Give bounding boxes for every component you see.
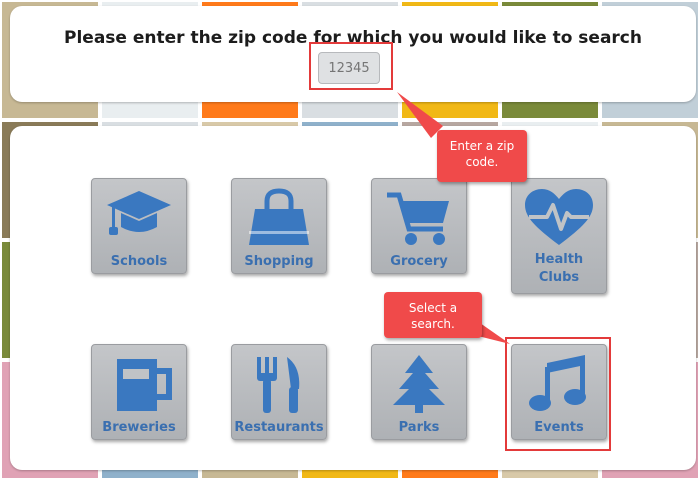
heartbeat-icon: [523, 187, 595, 249]
category-tile-breweries[interactable]: Breweries: [91, 344, 187, 440]
zip-highlight-box: [309, 42, 393, 90]
shopping-cart-icon: [383, 187, 455, 249]
shopping-bag-icon: [243, 187, 315, 249]
category-tile-parks[interactable]: Parks: [371, 344, 467, 440]
category-tile-grocery[interactable]: Grocery: [371, 178, 467, 274]
zip-callout-text: Enter a zip code.: [449, 139, 515, 169]
search-callout: Select a search.: [384, 292, 482, 338]
category-tile-schools[interactable]: Schools: [91, 178, 187, 274]
category-tile-shopping[interactable]: Shopping: [231, 178, 327, 274]
search-callout-text: Select a search.: [408, 301, 458, 331]
category-label: Shopping: [244, 254, 314, 269]
category-tile-health-clubs[interactable]: Health Clubs: [511, 178, 607, 294]
category-label: Breweries: [102, 420, 176, 435]
category-label: Parks: [398, 420, 440, 435]
category-label: Restaurants: [234, 420, 324, 435]
events-highlight-box: [505, 337, 611, 451]
category-label: Schools: [110, 254, 168, 269]
beer-mug-icon: [103, 353, 175, 415]
category-tile-restaurants[interactable]: Restaurants: [231, 344, 327, 440]
category-label: Health Clubs: [534, 252, 584, 285]
zip-callout: Enter a zip code.: [437, 130, 527, 182]
pine-tree-icon: [383, 353, 455, 415]
graduation-cap-icon: [103, 187, 175, 249]
category-label: Grocery: [390, 254, 448, 269]
fork-knife-icon: [243, 353, 315, 415]
